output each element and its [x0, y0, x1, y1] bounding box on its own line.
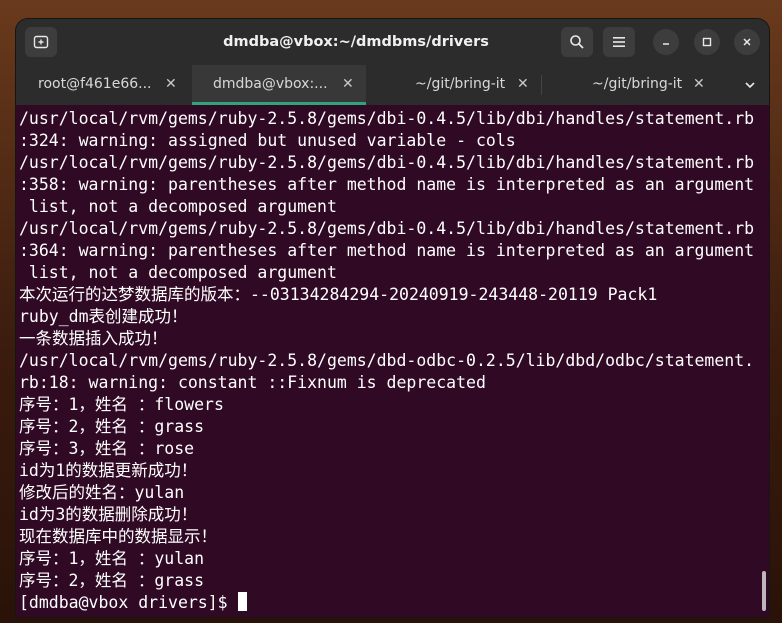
tab-dmdba[interactable]: dmdba@vbox:... ✕	[192, 65, 366, 105]
prompt-line[interactable]: [dmdba@vbox drivers]$	[19, 592, 754, 614]
terminal-line: /usr/local/rvm/gems/ruby-2.5.8/gems/dbi-…	[19, 153, 755, 172]
scrollbar[interactable]	[762, 571, 766, 611]
minimize-icon	[663, 43, 669, 45]
chevron-down-icon	[745, 82, 755, 89]
close-icon[interactable]: ✕	[693, 65, 705, 103]
terminal-line: id为1的数据更新成功！	[19, 461, 198, 480]
close-button[interactable]	[734, 29, 760, 55]
terminal-line: ruby_dm表创建成功！	[19, 307, 188, 326]
terminal-line: 修改后的姓名：yulan	[19, 483, 185, 502]
terminal-line: 本次运行的达梦数据库的版本：--03134284294-20240919-243…	[19, 285, 658, 304]
tab-root[interactable]: root@f461e66... ✕	[16, 65, 192, 105]
terminal-line: :358: warning: parentheses after method …	[19, 175, 755, 194]
maximize-icon	[702, 37, 712, 47]
terminal-line: /usr/local/rvm/gems/ruby-2.5.8/gems/dbi-…	[19, 109, 755, 128]
terminal-line: 序号：2，姓名 ：grass	[19, 571, 205, 590]
close-icon[interactable]: ✕	[165, 65, 177, 103]
terminal-line: list, not a decomposed argument	[19, 263, 337, 282]
tab-overflow-button[interactable]	[743, 77, 757, 96]
tab-bar: root@f461e66... ✕ dmdba@vbox:... ✕ ~/git…	[16, 65, 769, 105]
terminal-line: 序号：3，姓名 ：rose	[19, 439, 195, 458]
terminal-line: list, not a decomposed argument	[19, 197, 337, 216]
shell-prompt: [dmdba@vbox drivers]$	[19, 593, 238, 612]
close-icon[interactable]: ✕	[517, 65, 529, 103]
hamburger-menu-icon	[613, 37, 625, 47]
terminal-line: /usr/local/rvm/gems/ruby-2.5.8/gems/dbd-…	[19, 351, 755, 370]
terminal-line: :364: warning: parentheses after method …	[19, 241, 755, 260]
search-icon	[570, 35, 584, 49]
terminal-line: /usr/local/rvm/gems/ruby-2.5.8/gems/dbi-…	[19, 219, 755, 238]
tab-label: dmdba@vbox:...	[213, 76, 328, 92]
tab-bring-it-2[interactable]: ~/git/bring-it ✕	[542, 65, 717, 105]
terminal-line: 序号：1，姓名 ：flowers	[19, 395, 224, 414]
tab-label: ~/git/bring-it	[592, 76, 683, 92]
terminal-lines: /usr/local/rvm/gems/ruby-2.5.8/gems/dbi-…	[19, 108, 754, 614]
text-cursor	[237, 592, 247, 611]
tab-label: ~/git/bring-it	[415, 76, 506, 92]
tab-label: root@f461e66...	[38, 76, 152, 92]
menu-button[interactable]	[603, 27, 635, 57]
tab-bring-it-1[interactable]: ~/git/bring-it ✕	[366, 65, 541, 105]
terminal-line: 一条数据插入成功！	[19, 329, 168, 348]
terminal-line: rb:18: warning: constant ::Fixnum is dep…	[19, 373, 486, 392]
new-tab-icon	[33, 35, 49, 49]
maximize-button[interactable]	[694, 29, 720, 55]
minimize-button[interactable]	[653, 29, 679, 55]
close-icon	[743, 38, 751, 46]
terminal-line: 序号：1，姓名 ：yulan	[19, 549, 205, 568]
terminal-line: :324: warning: assigned but unused varia…	[19, 131, 516, 150]
terminal-line: 序号：2，姓名 ：grass	[19, 417, 205, 436]
terminal-line: id为3的数据删除成功！	[19, 505, 198, 524]
terminal-output[interactable]: /usr/local/rvm/gems/ruby-2.5.8/gems/dbi-…	[16, 105, 769, 617]
close-icon[interactable]: ✕	[342, 65, 354, 103]
new-tab-button[interactable]	[25, 27, 57, 57]
window-title: dmdba@vbox:~/dmdbms/drivers	[223, 34, 489, 50]
title-bar: dmdba@vbox:~/dmdbms/drivers	[16, 19, 769, 65]
search-button[interactable]	[561, 27, 593, 57]
terminal-line: 现在数据库中的数据显示！	[19, 527, 217, 546]
terminal-window: dmdba@vbox:~/dmdbms/drivers root@f461e66…	[16, 19, 769, 617]
